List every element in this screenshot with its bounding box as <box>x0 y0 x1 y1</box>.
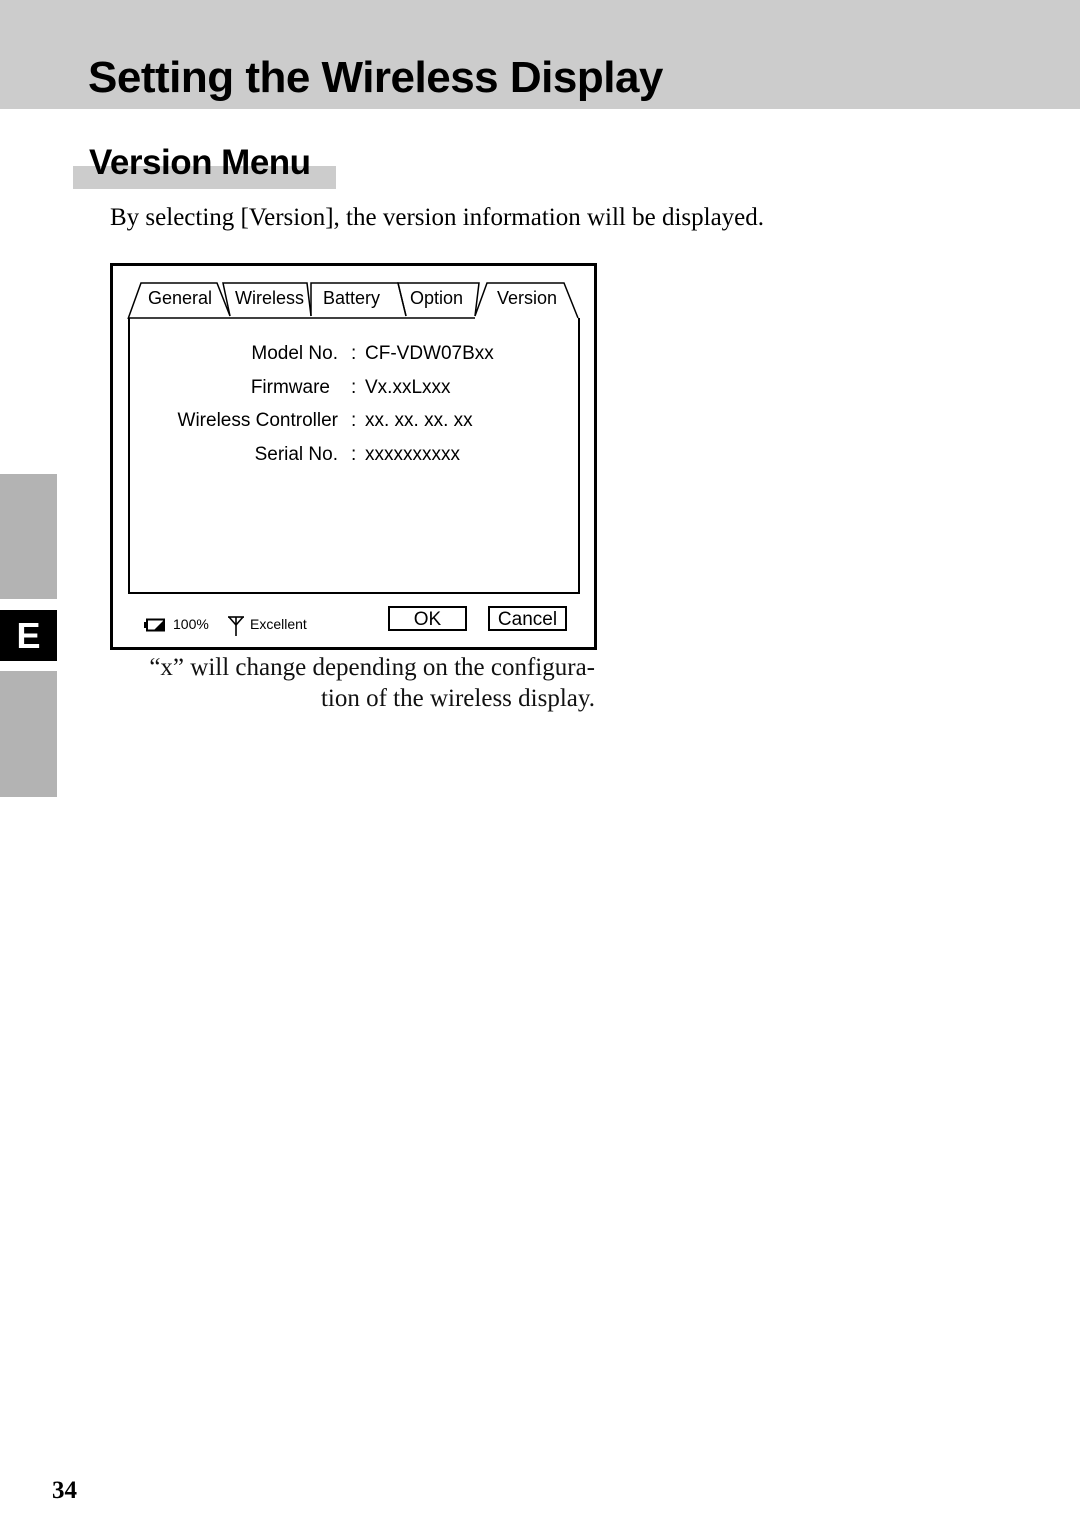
info-row-wireless-controller: Wireless Controller : xx. xx. xx. xx <box>130 408 578 434</box>
info-label: Firmware <box>250 377 330 398</box>
info-row-model: Model No. : CF-VDW07Bxx <box>130 341 578 367</box>
info-label: Wireless Controller <box>177 410 338 431</box>
signal-quality: Excellent <box>250 616 307 632</box>
cancel-button[interactable]: Cancel <box>488 606 567 631</box>
info-row-serial: Serial No. : xxxxxxxxxx <box>130 442 578 468</box>
info-value: Vx.xxLxxx <box>365 377 451 398</box>
info-value: xxxxxxxxxx <box>365 444 460 465</box>
antenna-icon <box>228 616 244 636</box>
info-separator: : <box>351 343 357 364</box>
side-tab-lower <box>0 671 57 797</box>
section-title: Version Menu <box>89 143 311 182</box>
battery-icon <box>144 618 165 632</box>
info-separator: : <box>351 444 357 465</box>
ok-button[interactable]: OK <box>388 606 467 631</box>
info-label: Serial No. <box>254 444 338 465</box>
info-row-firmware: Firmware : Vx.xxLxxx <box>130 375 578 401</box>
page-number: 34 <box>52 1477 77 1504</box>
battery-level: 100% <box>173 616 209 632</box>
tab-general[interactable]: General <box>148 286 212 310</box>
info-label: Model No. <box>251 343 338 364</box>
info-value: xx. xx. xx. xx <box>365 410 473 431</box>
tab-wireless[interactable]: Wireless <box>235 286 304 310</box>
intro-paragraph: By selecting [Version], the version info… <box>110 204 765 231</box>
info-value: CF-VDW07Bxx <box>365 343 494 364</box>
info-separator: : <box>351 377 357 398</box>
side-tab-upper <box>0 474 57 599</box>
tab-version[interactable]: Version <box>497 286 557 310</box>
tab-option[interactable]: Option <box>410 286 463 310</box>
tab-battery[interactable]: Battery <box>323 286 380 310</box>
version-panel: Model No. : CF-VDW07Bxx Firmware : Vx.xx… <box>128 318 580 594</box>
info-separator: : <box>351 410 357 431</box>
configuration-note: “x” will change depending on the configu… <box>149 654 595 712</box>
version-dialog: General Wireless Battery Option Version … <box>110 263 597 650</box>
language-tab-e: E <box>0 610 57 661</box>
page-title: Setting the Wireless Display <box>88 53 663 102</box>
